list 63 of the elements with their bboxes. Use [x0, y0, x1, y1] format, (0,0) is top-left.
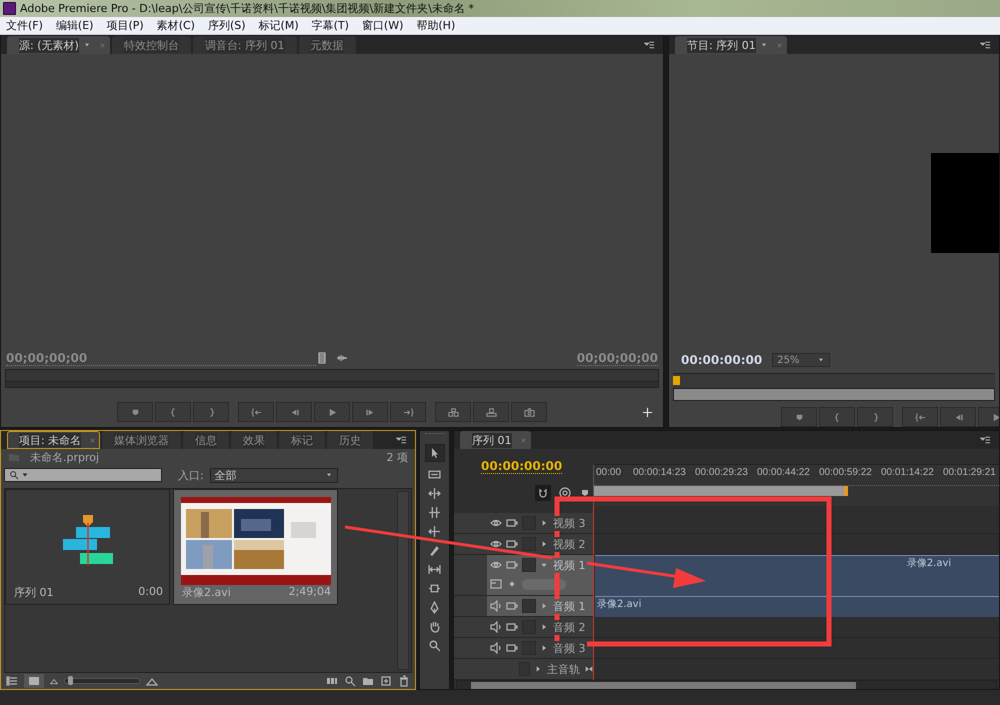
- clip-name: 录像2.avi: [596, 598, 642, 611]
- panel-tab[interactable]: 项目: 未命名: [7, 431, 100, 449]
- ruler-label: 00:00:44:22: [757, 467, 811, 478]
- menu-item[interactable]: 文件(F): [6, 18, 43, 33]
- clip[interactable]: 录像2.avi: [595, 555, 999, 596]
- item-duration: 0:00: [138, 585, 163, 600]
- ruler-label: 00:01:29:21: [943, 467, 997, 478]
- panel-tab[interactable]: 标记: [279, 431, 326, 449]
- track-header[interactable]: 音频 2: [454, 617, 593, 637]
- track-header[interactable]: 视频 2: [454, 534, 593, 554]
- timecode[interactable]: 00;00;00;00: [6, 350, 316, 366]
- track-name: 视频 3: [552, 516, 586, 530]
- entry-label: 入口:: [178, 468, 204, 482]
- panel-tab[interactable]: 序列 01: [460, 431, 530, 449]
- ruler-label: 00:01:14:22: [881, 467, 935, 478]
- panel-tab[interactable]: 信息: [183, 431, 230, 449]
- item-name: 序列 01: [14, 585, 54, 600]
- track-name: 音频 2: [552, 620, 586, 634]
- timecode[interactable]: 00:00:00:00: [681, 353, 762, 367]
- track-header[interactable]: 视频 1: [454, 555, 593, 595]
- menu-item[interactable]: 字幕(T): [312, 18, 349, 33]
- track-header[interactable]: 主音轨: [454, 659, 593, 679]
- zoom-dropdown[interactable]: 25%: [772, 353, 830, 367]
- track-name: 视频 2: [552, 536, 586, 552]
- item-duration: 2;49;04: [288, 585, 331, 600]
- ruler-label: 00:00:59:22: [819, 467, 873, 478]
- clip-name: 录像2.avi: [906, 557, 952, 570]
- project-item[interactable]: 序列 01 0:00: [5, 489, 170, 605]
- item-name: 录像2.avi: [182, 585, 231, 600]
- track-name: 主音轨: [546, 662, 581, 676]
- window-title: Adobe Premiere Pro - D:\leap\公司宣传\千诺资料\千诺视频\集团视频\新建文件夹\未命名 *: [20, 1, 474, 16]
- clip[interactable]: 录像2.avi: [595, 596, 999, 617]
- panel-tab[interactable]: 节目: 序列 01: [675, 36, 787, 54]
- menu-item[interactable]: 窗口(W): [362, 18, 404, 33]
- menu-item[interactable]: 序列(S): [208, 18, 246, 33]
- panel-tab[interactable]: 特效控制台: [112, 36, 191, 54]
- ruler-label: 00:00: [596, 467, 622, 478]
- ruler-label: 00:00:14:23: [633, 467, 687, 478]
- timecode[interactable]: 00;00;00;00: [576, 350, 658, 366]
- track-name: 音频 1: [552, 598, 586, 614]
- panel-tab[interactable]: 历史: [327, 431, 374, 449]
- track-name: 音频 3: [552, 640, 586, 656]
- track-header[interactable]: 音频 1: [454, 596, 593, 616]
- project-item[interactable]: 录像2.avi 2;49;04: [173, 489, 338, 605]
- panel-tab[interactable]: 元数据: [298, 36, 356, 54]
- project-file-name: 未命名.prproj: [30, 450, 100, 464]
- panel-tab[interactable]: 源: (无素材): [7, 36, 110, 54]
- panel-tab[interactable]: 效果: [231, 431, 278, 449]
- panel-tab[interactable]: 调音台: 序列 01: [192, 36, 296, 54]
- menu-item[interactable]: 项目(P): [106, 18, 144, 33]
- track-name: 视频 1: [552, 558, 586, 572]
- menu-item[interactable]: 帮助(H): [416, 18, 456, 33]
- menu-item[interactable]: 编辑(E): [56, 18, 94, 33]
- menu-item[interactable]: 素材(C): [156, 18, 195, 33]
- item-count: 2 项: [386, 450, 408, 464]
- entry-dropdown[interactable]: 全部: [210, 468, 338, 482]
- panel-tab[interactable]: 媒体浏览器: [102, 431, 182, 449]
- ruler-label: 00:00:29:23: [695, 467, 749, 478]
- menu-item[interactable]: 标记(M): [258, 18, 299, 33]
- timecode[interactable]: 00:00:00:00: [481, 459, 562, 474]
- time-ruler[interactable]: 00:00 00:00:14:23 00:00:29:23 00:00:44:22 00:00:59:22 00:01:14:22 00:01:29:21: [593, 464, 999, 506]
- track-header[interactable]: 音频 3: [454, 638, 593, 658]
- track-header[interactable]: 视频 3: [454, 513, 593, 533]
